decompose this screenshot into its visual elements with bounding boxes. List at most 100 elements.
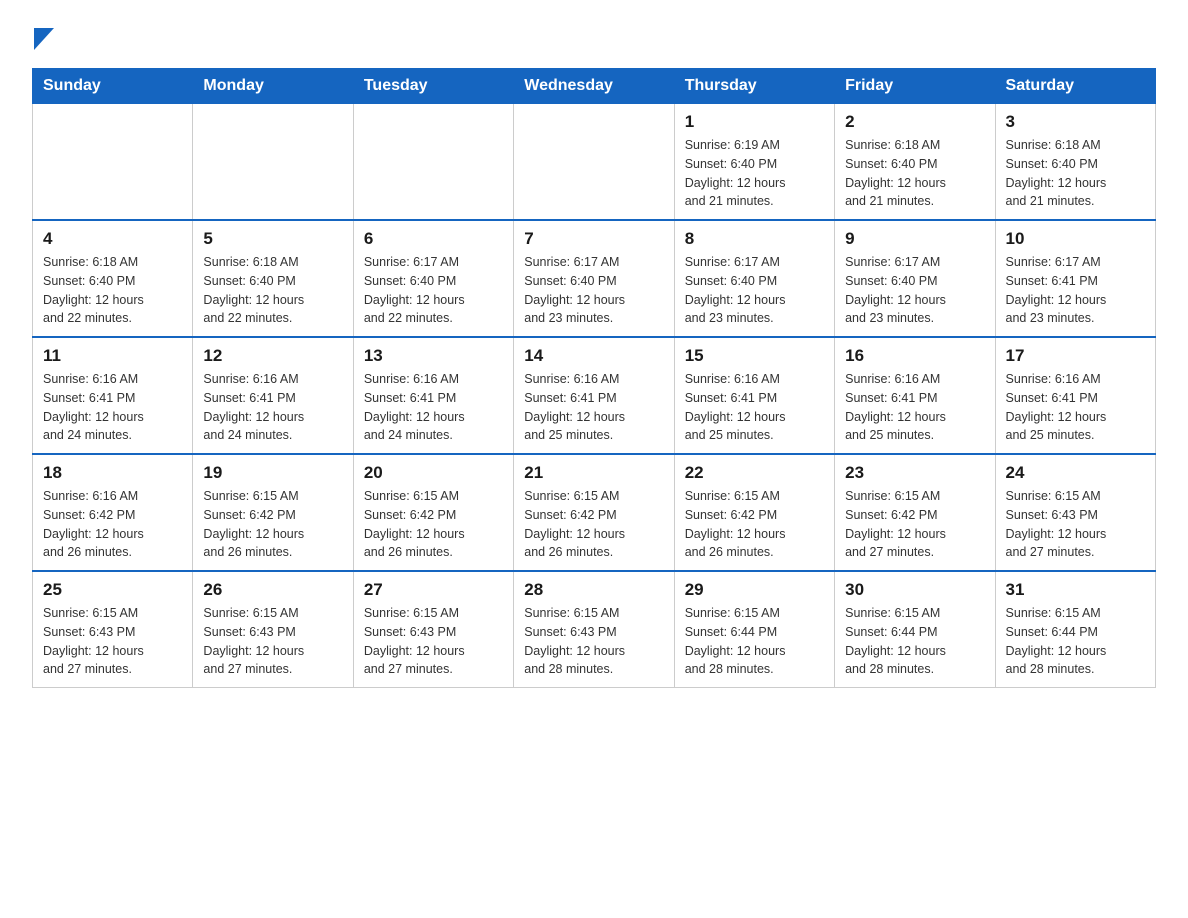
day-info: Sunrise: 6:15 AMSunset: 6:43 PMDaylight:… [203,604,342,679]
day-info: Sunrise: 6:15 AMSunset: 6:43 PMDaylight:… [1006,487,1145,562]
day-info: Sunrise: 6:15 AMSunset: 6:42 PMDaylight:… [364,487,503,562]
day-info: Sunrise: 6:17 AMSunset: 6:40 PMDaylight:… [524,253,663,328]
logo-triangle-icon [34,28,54,50]
day-number: 5 [203,229,342,249]
day-number: 31 [1006,580,1145,600]
day-info: Sunrise: 6:18 AMSunset: 6:40 PMDaylight:… [845,136,984,211]
weekday-header-saturday: Saturday [995,69,1155,104]
day-number: 21 [524,463,663,483]
day-number: 30 [845,580,984,600]
day-info: Sunrise: 6:17 AMSunset: 6:40 PMDaylight:… [685,253,824,328]
weekday-header-wednesday: Wednesday [514,69,674,104]
day-number: 15 [685,346,824,366]
calendar-cell: 8 Sunrise: 6:17 AMSunset: 6:40 PMDaylight… [674,220,834,337]
day-number: 23 [845,463,984,483]
calendar-cell: 10 Sunrise: 6:17 AMSunset: 6:41 PMDayligh… [995,220,1155,337]
calendar-cell [514,104,674,221]
weekday-header-sunday: Sunday [33,69,193,104]
day-info: Sunrise: 6:15 AMSunset: 6:43 PMDaylight:… [43,604,182,679]
calendar-cell: 16Sunrise: 6:16 AMSunset: 6:41 PMDayligh… [835,337,995,454]
day-number: 29 [685,580,824,600]
weekday-header-friday: Friday [835,69,995,104]
day-info: Sunrise: 6:15 AMSunset: 6:44 PMDaylight:… [1006,604,1145,679]
day-info: Sunrise: 6:15 AMSunset: 6:42 PMDaylight:… [845,487,984,562]
calendar-cell: 26 Sunrise: 6:15 AMSunset: 6:43 PMDayligh… [193,571,353,688]
calendar-cell: 1 Sunrise: 6:19 AMSunset: 6:40 PMDaylight… [674,104,834,221]
day-info: Sunrise: 6:16 AMSunset: 6:41 PMDaylight:… [364,370,503,445]
day-number: 18 [43,463,182,483]
calendar-cell: 4 Sunrise: 6:18 AMSunset: 6:40 PMDaylight… [33,220,193,337]
calendar-cell: 12 Sunrise: 6:16 AMSunset: 6:41 PMDayligh… [193,337,353,454]
day-number: 1 [685,112,824,132]
calendar-cell: 28 Sunrise: 6:15 AMSunset: 6:43 PMDayligh… [514,571,674,688]
day-info: Sunrise: 6:16 AMSunset: 6:41 PMDaylight:… [685,370,824,445]
day-number: 2 [845,112,984,132]
weekday-header-monday: Monday [193,69,353,104]
calendar-cell: 29Sunrise: 6:15 AMSunset: 6:44 PMDayligh… [674,571,834,688]
day-info: Sunrise: 6:16 AMSunset: 6:42 PMDaylight:… [43,487,182,562]
day-number: 11 [43,346,182,366]
day-number: 20 [364,463,503,483]
calendar-week-row: 1 Sunrise: 6:19 AMSunset: 6:40 PMDaylight… [33,104,1156,221]
calendar-cell: 15 Sunrise: 6:16 AMSunset: 6:41 PMDayligh… [674,337,834,454]
calendar-cell: 3 Sunrise: 6:18 AMSunset: 6:40 PMDaylight… [995,104,1155,221]
day-info: Sunrise: 6:15 AMSunset: 6:43 PMDaylight:… [364,604,503,679]
calendar-cell: 27 Sunrise: 6:15 AMSunset: 6:43 PMDayligh… [353,571,513,688]
day-info: Sunrise: 6:19 AMSunset: 6:40 PMDaylight:… [685,136,824,211]
day-number: 16 [845,346,984,366]
calendar-cell [33,104,193,221]
day-number: 10 [1006,229,1145,249]
calendar-cell: 14 Sunrise: 6:16 AMSunset: 6:41 PMDayligh… [514,337,674,454]
day-number: 13 [364,346,503,366]
day-info: Sunrise: 6:18 AMSunset: 6:40 PMDaylight:… [1006,136,1145,211]
day-number: 3 [1006,112,1145,132]
page-header [32,24,1156,50]
weekday-header-row: SundayMondayTuesdayWednesdayThursdayFrid… [33,69,1156,104]
calendar-cell: 17 Sunrise: 6:16 AMSunset: 6:41 PMDayligh… [995,337,1155,454]
day-info: Sunrise: 6:17 AMSunset: 6:40 PMDaylight:… [845,253,984,328]
calendar-cell: 30 Sunrise: 6:15 AMSunset: 6:44 PMDayligh… [835,571,995,688]
calendar-week-row: 4 Sunrise: 6:18 AMSunset: 6:40 PMDaylight… [33,220,1156,337]
day-info: Sunrise: 6:15 AMSunset: 6:42 PMDaylight:… [685,487,824,562]
day-number: 8 [685,229,824,249]
day-number: 17 [1006,346,1145,366]
calendar-week-row: 18 Sunrise: 6:16 AMSunset: 6:42 PMDayligh… [33,454,1156,571]
day-number: 24 [1006,463,1145,483]
day-number: 14 [524,346,663,366]
calendar-cell: 21 Sunrise: 6:15 AMSunset: 6:42 PMDayligh… [514,454,674,571]
calendar-cell: 18 Sunrise: 6:16 AMSunset: 6:42 PMDayligh… [33,454,193,571]
calendar-cell: 2 Sunrise: 6:18 AMSunset: 6:40 PMDaylight… [835,104,995,221]
day-number: 22 [685,463,824,483]
day-info: Sunrise: 6:15 AMSunset: 6:43 PMDaylight:… [524,604,663,679]
day-number: 27 [364,580,503,600]
calendar-cell: 19Sunrise: 6:15 AMSunset: 6:42 PMDayligh… [193,454,353,571]
day-info: Sunrise: 6:15 AMSunset: 6:44 PMDaylight:… [845,604,984,679]
day-info: Sunrise: 6:16 AMSunset: 6:41 PMDaylight:… [1006,370,1145,445]
day-number: 26 [203,580,342,600]
calendar-cell: 7 Sunrise: 6:17 AMSunset: 6:40 PMDaylight… [514,220,674,337]
calendar-cell: 31 Sunrise: 6:15 AMSunset: 6:44 PMDayligh… [995,571,1155,688]
day-info: Sunrise: 6:17 AMSunset: 6:41 PMDaylight:… [1006,253,1145,328]
calendar-cell: 24 Sunrise: 6:15 AMSunset: 6:43 PMDayligh… [995,454,1155,571]
day-number: 19 [203,463,342,483]
day-number: 7 [524,229,663,249]
calendar-cell: 6Sunrise: 6:17 AMSunset: 6:40 PMDaylight… [353,220,513,337]
day-info: Sunrise: 6:18 AMSunset: 6:40 PMDaylight:… [203,253,342,328]
day-number: 25 [43,580,182,600]
calendar-cell [353,104,513,221]
day-number: 28 [524,580,663,600]
calendar-cell: 13 Sunrise: 6:16 AMSunset: 6:41 PMDayligh… [353,337,513,454]
day-info: Sunrise: 6:15 AMSunset: 6:42 PMDaylight:… [524,487,663,562]
calendar-cell: 5 Sunrise: 6:18 AMSunset: 6:40 PMDaylight… [193,220,353,337]
calendar-week-row: 25 Sunrise: 6:15 AMSunset: 6:43 PMDayligh… [33,571,1156,688]
day-info: Sunrise: 6:18 AMSunset: 6:40 PMDaylight:… [43,253,182,328]
day-number: 4 [43,229,182,249]
day-info: Sunrise: 6:16 AMSunset: 6:41 PMDaylight:… [203,370,342,445]
calendar-cell: 20 Sunrise: 6:15 AMSunset: 6:42 PMDayligh… [353,454,513,571]
calendar-cell [193,104,353,221]
calendar-cell: 11Sunrise: 6:16 AMSunset: 6:41 PMDayligh… [33,337,193,454]
calendar-cell: 22 Sunrise: 6:15 AMSunset: 6:42 PMDayligh… [674,454,834,571]
day-number: 12 [203,346,342,366]
day-info: Sunrise: 6:16 AMSunset: 6:41 PMDaylight:… [524,370,663,445]
calendar-table: SundayMondayTuesdayWednesdayThursdayFrid… [32,68,1156,688]
